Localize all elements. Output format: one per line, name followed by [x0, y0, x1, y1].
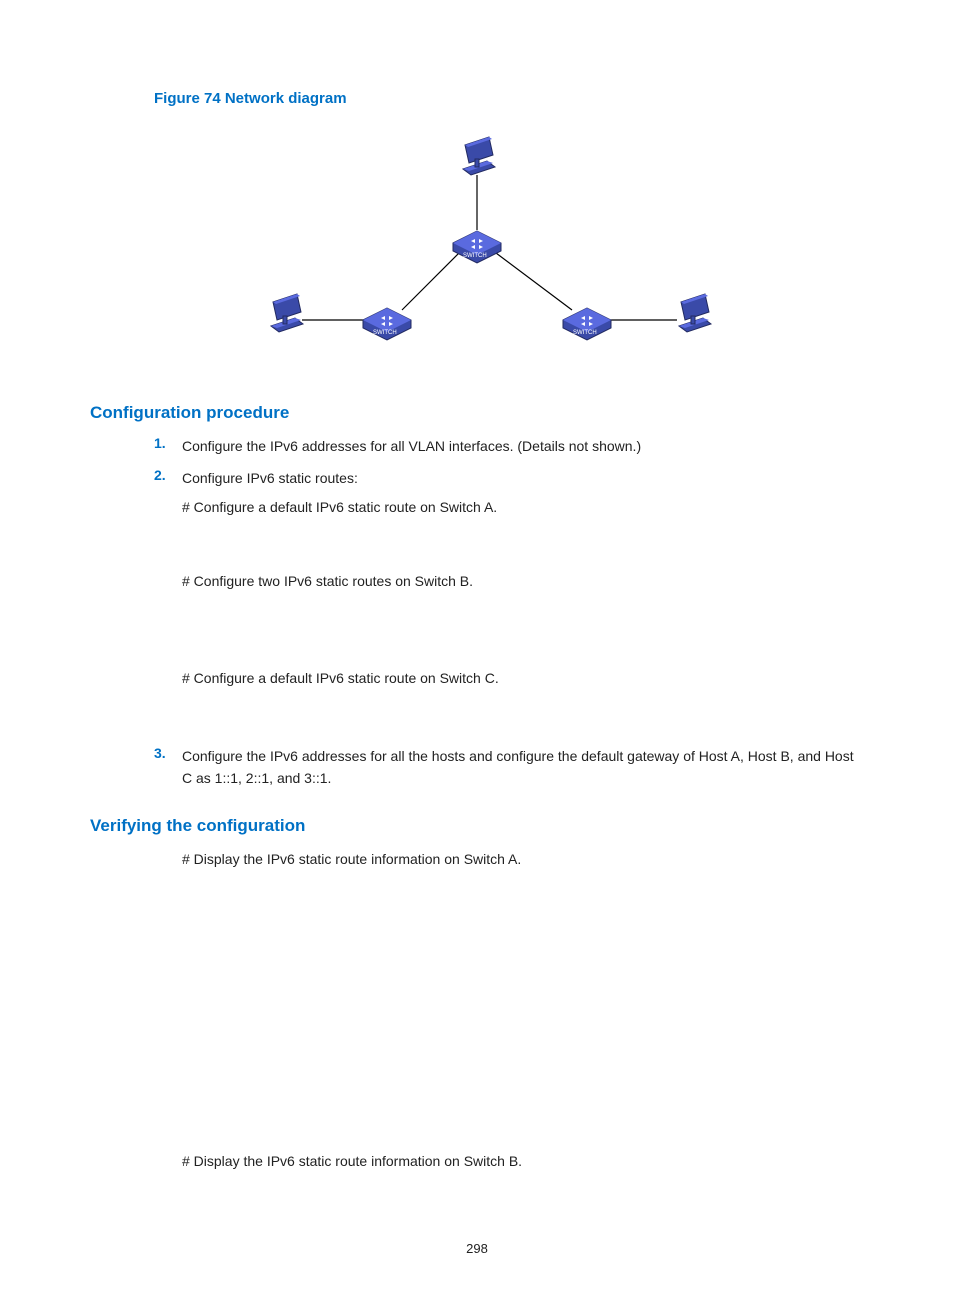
step-1: 1. Configure the IPv6 addresses for all …	[154, 435, 864, 457]
step-number: 1.	[154, 435, 182, 457]
host-right-icon	[679, 294, 711, 332]
step-number: 3.	[154, 745, 182, 790]
step-text: Configure the IPv6 addresses for all VLA…	[182, 435, 864, 457]
host-top-icon	[463, 137, 495, 175]
figure-caption: Figure 74 Network diagram	[154, 90, 864, 107]
step-text: Configure IPv6 static routes: # Configur…	[182, 467, 864, 735]
step-3: 3. Configure the IPv6 addresses for all …	[154, 745, 864, 790]
step-main-text: Configure IPv6 static routes:	[182, 470, 358, 486]
step-number: 2.	[154, 467, 182, 735]
switch-left-icon	[363, 308, 411, 340]
page-number: 298	[0, 1241, 954, 1256]
switch-right-icon	[563, 308, 611, 340]
steps-list: 1. Configure the IPv6 addresses for all …	[154, 435, 864, 790]
verify-line: # Display the IPv6 static route informat…	[182, 848, 864, 870]
step-2: 2. Configure IPv6 static routes: # Confi…	[154, 467, 864, 735]
network-diagram: SWITCH	[90, 115, 864, 375]
heading-config-procedure: Configuration procedure	[90, 403, 864, 423]
switch-top-icon	[453, 231, 501, 263]
step-text: Configure the IPv6 addresses for all the…	[182, 745, 864, 790]
step-sub-line: # Configure a default IPv6 static route …	[182, 496, 864, 518]
step-sub-line: # Configure two IPv6 static routes on Sw…	[182, 570, 864, 592]
verify-line: # Display the IPv6 static route informat…	[182, 1150, 864, 1172]
heading-verify: Verifying the configuration	[90, 816, 864, 836]
host-left-icon	[271, 294, 303, 332]
step-sub-line: # Configure a default IPv6 static route …	[182, 667, 864, 689]
